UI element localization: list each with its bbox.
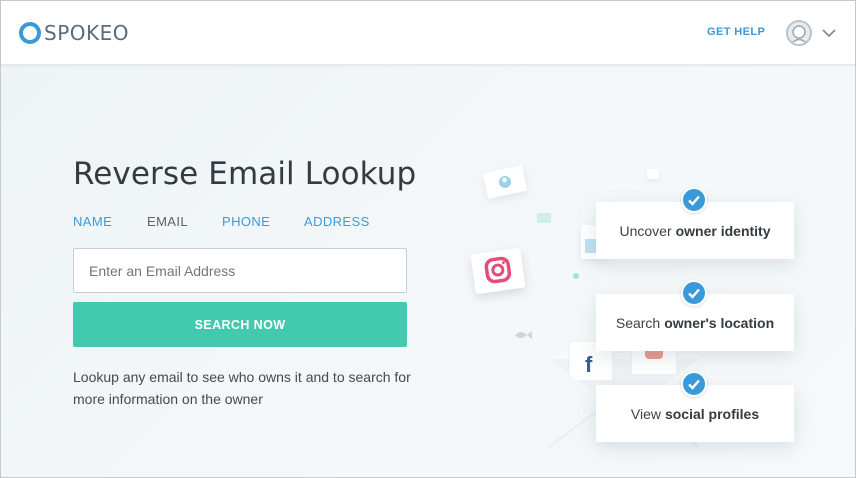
get-help-link[interactable]: GET HELP <box>707 26 765 38</box>
feature-bold: owner's location <box>664 314 775 331</box>
feature-text: Search <box>615 314 661 331</box>
green-tile-icon <box>537 213 551 223</box>
email-search-input[interactable] <box>73 248 407 293</box>
feature-bold: social profiles <box>664 405 760 422</box>
avatar-icon <box>790 25 808 44</box>
instagram-icon <box>470 247 526 295</box>
small-tile-icon <box>647 169 659 179</box>
tab-phone[interactable]: PHONE <box>222 214 270 229</box>
feature-text: View <box>630 405 661 422</box>
check-icon <box>681 371 707 397</box>
check-icon <box>681 280 707 306</box>
tab-address[interactable]: ADDRESS <box>304 214 370 229</box>
spokeo-logo-icon <box>19 22 41 44</box>
brand-name: SPOKEO <box>44 21 129 45</box>
feature-bold: owner identity <box>675 222 771 239</box>
tab-email[interactable]: EMAIL <box>147 214 188 229</box>
check-icon <box>681 187 707 213</box>
top-header: SPOKEO GET HELP <box>1 1 855 65</box>
main-content: Reverse Email Lookup NAME EMAIL PHONE AD… <box>1 65 855 477</box>
tab-name[interactable]: NAME <box>73 214 112 229</box>
feature-text: Uncover <box>619 222 672 239</box>
svg-text:f: f <box>585 352 593 377</box>
feature-illustration: f Uncover owner identity Search owner's lo… <box>441 65 855 477</box>
lookup-description: Lookup any email to see who owns it and … <box>73 369 411 407</box>
avatar[interactable] <box>786 20 812 46</box>
chevron-down-icon[interactable] <box>821 27 837 39</box>
fish-tile-icon <box>513 327 533 343</box>
spokeo-logo[interactable]: SPOKEO <box>19 21 129 45</box>
search-now-button[interactable]: SEARCH NOW <box>73 302 407 347</box>
page-title: Reverse Email Lookup <box>73 156 417 192</box>
sparkle-icon <box>573 273 579 279</box>
profile-tile-icon <box>482 165 528 199</box>
